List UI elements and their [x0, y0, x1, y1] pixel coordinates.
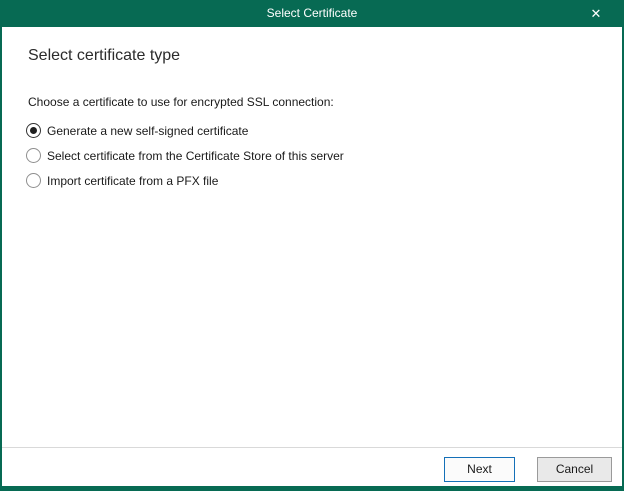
dialog-body: Select certificate type Choose a certifi… [2, 27, 622, 486]
next-button[interactable]: Next [444, 457, 515, 482]
radio-option-label: Generate a new self-signed certificate [47, 124, 248, 138]
titlebar: Select Certificate ✕ [0, 0, 624, 27]
certificate-type-options: Generate a new self-signed certificate S… [26, 123, 344, 198]
select-certificate-dialog: Select Certificate ✕ Select certificate … [0, 0, 624, 491]
instruction-label: Choose a certificate to use for encrypte… [28, 95, 334, 109]
radio-option-certificate-store[interactable]: Select certificate from the Certificate … [26, 148, 344, 163]
radio-option-label: Select certificate from the Certificate … [47, 149, 344, 163]
page-title: Select certificate type [28, 47, 180, 65]
window-title: Select Certificate [0, 0, 624, 27]
radio-option-import-pfx[interactable]: Import certificate from a PFX file [26, 173, 344, 188]
close-icon[interactable]: ✕ [580, 0, 612, 27]
radio-option-label: Import certificate from a PFX file [47, 174, 218, 188]
radio-unselected-icon[interactable] [26, 173, 41, 188]
cancel-button[interactable]: Cancel [537, 457, 612, 482]
radio-option-self-signed[interactable]: Generate a new self-signed certificate [26, 123, 344, 138]
radio-unselected-icon[interactable] [26, 148, 41, 163]
radio-selected-icon[interactable] [26, 123, 41, 138]
footer-divider [2, 447, 622, 448]
